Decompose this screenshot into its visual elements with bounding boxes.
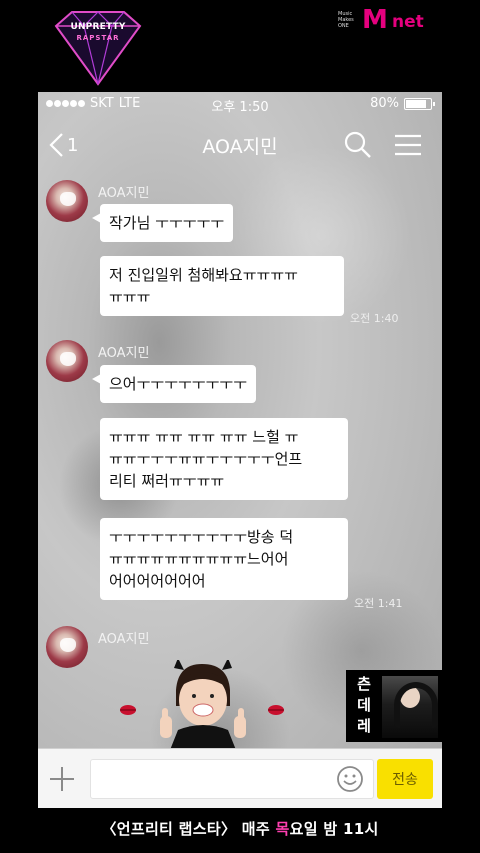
message-bubble[interactable]: ㅜㅜㅜㅜㅜㅜㅜㅜㅜㅜ방송 덕 ㅠㅠㅠㅠㅠㅠㅠㅠㅠㅠ느어어 어어어어어어어: [100, 518, 348, 600]
message-bubble[interactable]: 저 진입일위 첨해봐요ㅠㅠㅠㅠ ㅠㅠㅠ: [100, 256, 344, 316]
emoticon-sticker[interactable]: [118, 660, 298, 750]
input-bar: 전송: [38, 748, 442, 808]
caption-suffix: 요일 밤 11시: [289, 820, 379, 838]
sender-name: AOA지민: [98, 632, 150, 647]
message-input[interactable]: [90, 759, 374, 799]
plus-icon: [50, 767, 74, 791]
channel-tagline: Music Makes ONE: [338, 11, 354, 29]
show-logo: UNPRETTY RAPSTAR: [46, 6, 150, 88]
add-attachment-button[interactable]: [46, 763, 78, 795]
status-bar: SKT LTE 오후 1:50 80%: [38, 92, 442, 116]
sender-name: AOA지민: [98, 186, 150, 201]
send-button[interactable]: 전송: [377, 759, 433, 799]
chat-title: AOA지민: [202, 136, 278, 158]
message-timestamp: 오전 1:41: [354, 597, 403, 610]
lips-icon: [120, 705, 136, 715]
status-right: 80%: [370, 96, 435, 111]
menu-button[interactable]: [392, 130, 424, 160]
search-button[interactable]: [343, 130, 373, 160]
message-bubble[interactable]: 으어ㅜㅜㅜㅜㅜㅜㅜㅜ: [91, 365, 257, 403]
message-bubble[interactable]: 작가님 ㅜㅜㅜㅜㅜ: [91, 204, 234, 242]
avatar[interactable]: [46, 340, 88, 382]
sender-name: AOA지민: [98, 346, 150, 361]
search-icon: [344, 131, 371, 158]
message-bubble[interactable]: ㅠㅠㅠ ㅠㅠ ㅠㅠ ㅠㅠ 느헐 ㅠ ㅠㅠㅜㅜㅜㅠㅠㅜㅜㅜㅜㅜ언프 리티 쩌러ㅠㅜ…: [100, 418, 348, 500]
inset-card: 츤데레: [346, 670, 442, 742]
lips-icon: [268, 705, 284, 715]
show-logo-title: UNPRETTY: [70, 22, 126, 32]
battery-percent: 80%: [370, 96, 399, 111]
broadcast-caption: 〈언프리티 랩스타〉 매주 목요일 밤 11시: [0, 818, 480, 839]
channel-logo: Music Makes ONE M net: [338, 5, 438, 36]
inset-photo: [382, 676, 438, 738]
chat-header: 1 AOA지민: [38, 122, 442, 168]
inset-caption: 츤데레: [357, 675, 371, 735]
channel-logo-m: M: [362, 5, 388, 35]
smiley-icon: [337, 766, 363, 792]
battery-icon: [404, 97, 435, 110]
chat-screen: SKT LTE 오후 1:50 80% 1 AOA지민 AOA지민 작가님 ㅜㅜ…: [38, 92, 442, 808]
caption-prefix: 〈언프리티 랩스타〉 매주: [101, 820, 276, 838]
avatar[interactable]: [46, 626, 88, 668]
show-logo-subtitle: RAPSTAR: [76, 34, 120, 42]
diamond-logo-icon: [54, 11, 142, 86]
menu-icon: [395, 134, 421, 156]
avatar[interactable]: [46, 180, 88, 222]
caption-highlight: 목: [275, 820, 290, 838]
emoticon-button[interactable]: [336, 765, 364, 793]
message-timestamp: 오전 1:40: [350, 312, 399, 325]
channel-logo-net: net: [392, 12, 424, 32]
